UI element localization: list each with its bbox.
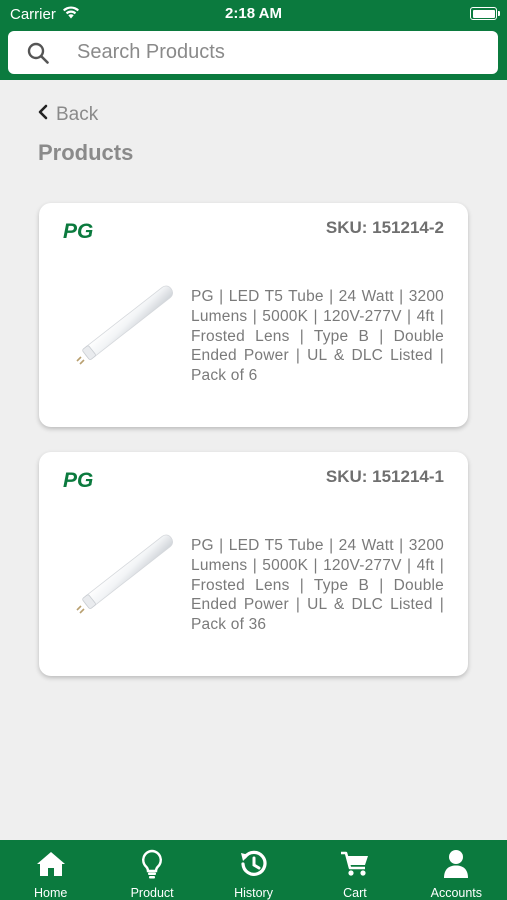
history-icon — [239, 849, 269, 879]
status-bar: Carrier 2:18 AM — [0, 0, 507, 28]
page-title: Products — [38, 140, 134, 165]
home-icon — [36, 849, 66, 879]
user-icon — [443, 849, 469, 879]
product-image — [75, 528, 175, 618]
back-label: Back — [56, 104, 99, 125]
battery-icon — [470, 7, 500, 20]
tab-cart[interactable]: Cart — [304, 840, 405, 900]
product-card[interactable]: PG SKU: 151214-2 PG | LED T5 Tube | 24 W… — [39, 203, 468, 427]
status-time: 2:18 AM — [225, 5, 282, 22]
tab-history[interactable]: History — [203, 840, 304, 900]
search-icon — [8, 42, 68, 64]
product-card[interactable]: PG SKU: 151214-1 PG | LED T5 Tube | 24 W… — [39, 452, 468, 676]
product-image — [75, 279, 175, 369]
tab-accounts[interactable]: Accounts — [406, 840, 507, 900]
sku-label: SKU: 151214-2 — [325, 218, 444, 237]
tab-product-label: Product — [130, 886, 174, 900]
tab-history-label: History — [234, 886, 273, 900]
search-input[interactable] — [77, 41, 477, 64]
lightbulb-icon — [141, 849, 163, 879]
product-description: PG | LED T5 Tube | 24 Watt | 3200 Lumens… — [191, 537, 444, 634]
brand-label: PG — [63, 220, 94, 243]
chevron-left-icon — [38, 104, 48, 126]
tab-accounts-label: Accounts — [430, 886, 483, 900]
product-description: PG | LED T5 Tube | 24 Watt | 3200 Lumens… — [191, 288, 444, 385]
tab-bar: Home Product History Cart Accounts — [0, 840, 507, 900]
cart-icon — [340, 849, 370, 879]
back-button[interactable]: Back — [38, 104, 98, 126]
tab-cart-label: Cart — [343, 886, 367, 900]
tab-product[interactable]: Product — [101, 840, 202, 900]
brand-label: PG — [63, 469, 94, 492]
tab-home-label: Home — [34, 886, 68, 900]
search-bar[interactable] — [8, 31, 498, 74]
sku-label: SKU: 151214-1 — [325, 467, 444, 486]
top-bar: Carrier 2:18 AM — [0, 0, 507, 80]
tab-home[interactable]: Home — [0, 840, 101, 900]
